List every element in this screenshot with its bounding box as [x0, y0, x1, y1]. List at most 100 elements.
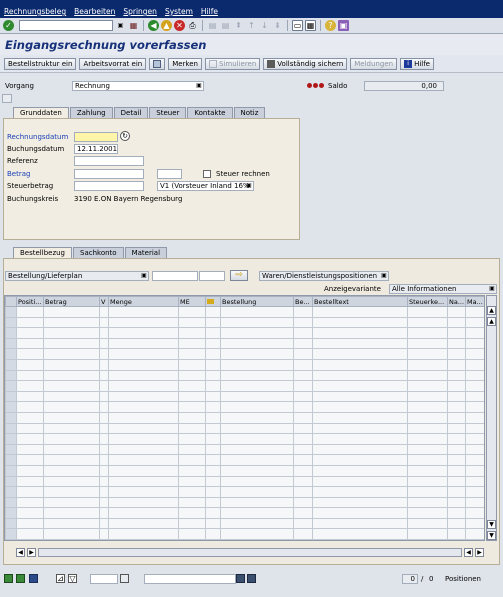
- table-cell[interactable]: [178, 369, 206, 382]
- table-cell[interactable]: [407, 486, 448, 498]
- table-cell[interactable]: [220, 306, 294, 318]
- table-cell[interactable]: [16, 464, 44, 477]
- table-cell[interactable]: [99, 327, 109, 339]
- table-cell[interactable]: [108, 517, 179, 530]
- table-cell[interactable]: [43, 464, 100, 477]
- table-cell[interactable]: [178, 306, 206, 318]
- command-field[interactable]: [19, 20, 113, 31]
- table-cell[interactable]: [312, 454, 408, 466]
- table-cell[interactable]: [178, 528, 206, 540]
- table-cell[interactable]: [312, 475, 408, 488]
- row-selector[interactable]: [5, 348, 17, 360]
- table-row[interactable]: [5, 306, 484, 318]
- table-cell[interactable]: [293, 475, 313, 488]
- row-selector[interactable]: [5, 316, 17, 329]
- cancel-icon[interactable]: ✕: [174, 20, 185, 31]
- table-cell[interactable]: [407, 316, 448, 329]
- exit-icon[interactable]: ▲: [161, 20, 172, 31]
- row-selector[interactable]: [5, 358, 17, 371]
- table-cell[interactable]: [108, 401, 179, 413]
- table-cell[interactable]: [178, 390, 206, 403]
- table-cell[interactable]: [220, 475, 294, 488]
- table-cell[interactable]: [43, 528, 100, 540]
- table-cell[interactable]: [407, 528, 448, 540]
- column-header-v[interactable]: V: [99, 296, 109, 307]
- table-cell[interactable]: [108, 316, 179, 329]
- table-cell[interactable]: [205, 507, 221, 519]
- table-cell[interactable]: [407, 464, 448, 477]
- table-row[interactable]: [5, 422, 484, 435]
- table-cell[interactable]: [293, 486, 313, 498]
- scroll-right-icon[interactable]: ▶: [475, 548, 484, 557]
- table-cell[interactable]: [465, 401, 484, 413]
- table-cell[interactable]: [108, 507, 179, 519]
- column-header-bestelltext[interactable]: Bestelltext: [312, 296, 408, 307]
- scroll-right-step-icon[interactable]: ◀: [464, 548, 473, 557]
- rechnungsdatum-input[interactable]: [74, 132, 118, 142]
- table-cell[interactable]: [293, 369, 313, 382]
- search-input[interactable]: [144, 574, 236, 584]
- table-cell[interactable]: [43, 390, 100, 403]
- scroll-left-icon[interactable]: ◀: [16, 548, 25, 557]
- table-cell[interactable]: [108, 422, 179, 435]
- table-cell[interactable]: [465, 496, 484, 509]
- row-selector[interactable]: [5, 411, 17, 424]
- previous-page-icon[interactable]: ↑: [246, 20, 257, 31]
- table-cell[interactable]: [447, 443, 466, 456]
- deselect-all-icon[interactable]: [16, 574, 25, 583]
- table-cell[interactable]: [205, 496, 221, 509]
- menu-hilfe[interactable]: Hilfe: [201, 7, 218, 16]
- next-page-icon[interactable]: ↓: [259, 20, 270, 31]
- horizontal-scrollbar[interactable]: [38, 548, 462, 557]
- find-next-icon[interactable]: ▤: [220, 20, 231, 31]
- table-cell[interactable]: [293, 327, 313, 339]
- table-cell[interactable]: [43, 454, 100, 466]
- table-cell[interactable]: [16, 517, 44, 530]
- table-cell[interactable]: [220, 454, 294, 466]
- table-cell[interactable]: [205, 369, 221, 382]
- table-row[interactable]: [5, 401, 484, 413]
- table-cell[interactable]: [312, 337, 408, 350]
- table-cell[interactable]: [43, 475, 100, 488]
- table-cell[interactable]: [178, 475, 206, 488]
- table-cell[interactable]: [312, 306, 408, 318]
- table-cell[interactable]: [293, 496, 313, 509]
- table-cell[interactable]: [99, 380, 109, 392]
- vertical-scrollbar[interactable]: ▲ ▲ ▼ ▼: [486, 295, 497, 541]
- referenz-input[interactable]: [74, 156, 144, 166]
- row-selector[interactable]: [5, 369, 17, 382]
- steuer-rechnen-checkbox[interactable]: [203, 170, 211, 178]
- table-cell[interactable]: [220, 390, 294, 403]
- meldungen-button[interactable]: Meldungen: [350, 57, 398, 70]
- select-all-icon[interactable]: [4, 574, 13, 583]
- tree-toggle-button[interactable]: [149, 57, 166, 70]
- table-cell[interactable]: [465, 380, 484, 392]
- table-cell[interactable]: [407, 496, 448, 509]
- table-cell[interactable]: [447, 316, 466, 329]
- table-cell[interactable]: [178, 517, 206, 530]
- table-cell[interactable]: [99, 443, 109, 456]
- table-cell[interactable]: [178, 358, 206, 371]
- table-cell[interactable]: [220, 358, 294, 371]
- table-cell[interactable]: [16, 337, 44, 350]
- table-cell[interactable]: [220, 517, 294, 530]
- row-selector[interactable]: [5, 422, 17, 435]
- table-cell[interactable]: [465, 327, 484, 339]
- table-row[interactable]: [5, 380, 484, 392]
- table-cell[interactable]: [178, 454, 206, 466]
- table-cell[interactable]: [108, 433, 179, 445]
- find-icon[interactable]: ▤: [207, 20, 218, 31]
- menu-bearbeiten[interactable]: Bearbeiten: [74, 7, 115, 16]
- scroll-top-icon[interactable]: ▲: [487, 306, 496, 315]
- footer-dropdown-icon[interactable]: [120, 574, 129, 583]
- table-cell[interactable]: [407, 369, 448, 382]
- table-cell[interactable]: [293, 507, 313, 519]
- table-cell[interactable]: [205, 528, 221, 540]
- table-cell[interactable]: [16, 454, 44, 466]
- table-cell[interactable]: [220, 369, 294, 382]
- table-cell[interactable]: [99, 422, 109, 435]
- table-cell[interactable]: [43, 337, 100, 350]
- table-cell[interactable]: [99, 358, 109, 371]
- table-cell[interactable]: [16, 316, 44, 329]
- table-cell[interactable]: [312, 390, 408, 403]
